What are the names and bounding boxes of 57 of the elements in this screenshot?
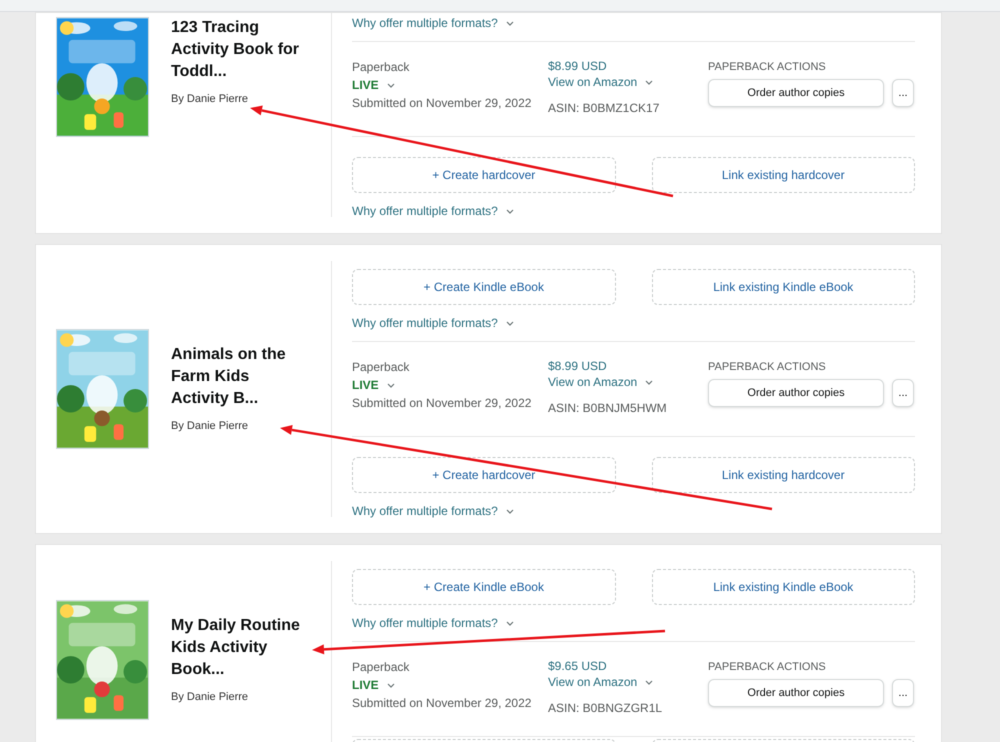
- why-formats-link[interactable]: Why offer multiple formats?: [352, 502, 514, 520]
- author-name: By Danie Pierre: [171, 690, 250, 705]
- chevron-down-icon: [506, 508, 514, 514]
- status-label[interactable]: LIVE: [352, 76, 379, 94]
- submitted-date: Submitted on November 29, 2022: [352, 395, 532, 412]
- actions-heading: PAPERBACK ACTIONS: [708, 660, 827, 675]
- format-button[interactable]: Link existing hardcover: [652, 157, 915, 193]
- submitted-date: Submitted on November 29, 2022: [352, 695, 532, 712]
- format-button[interactable]: Link existing hardcover: [652, 457, 915, 493]
- why-formats-link[interactable]: Why offer multiple formats?: [352, 614, 514, 632]
- format-button[interactable]: + Create hardcover: [352, 157, 616, 193]
- format-label: Paperback: [352, 659, 410, 676]
- actions-heading: PAPERBACK ACTIONS: [708, 360, 827, 375]
- book-title[interactable]: 123 Tracing Activity Book for Toddl...: [171, 17, 309, 83]
- format-button[interactable]: Link existing Kindle eBook: [652, 569, 915, 605]
- actions-heading: PAPERBACK ACTIONS: [708, 60, 827, 75]
- asin-label: ASIN: B0BNGZGR1L: [548, 700, 664, 716]
- why-formats-link[interactable]: Why offer multiple formats?: [352, 14, 514, 32]
- author-name: By Danie Pierre: [171, 92, 250, 107]
- author-name: By Danie Pierre: [171, 418, 250, 434]
- price-link[interactable]: $8.99 USD: [548, 58, 708, 74]
- format-label: Paperback: [352, 59, 410, 76]
- format-button[interactable]: + Create Kindle eBook: [352, 569, 616, 605]
- chevron-down-icon: [506, 20, 514, 26]
- format-button[interactable]: + Create hardcover: [352, 457, 616, 493]
- chevron-down-icon: [645, 380, 654, 384]
- chevron-down-icon: [645, 680, 654, 684]
- more-button[interactable]: ...: [892, 679, 914, 707]
- book-title[interactable]: Animals on the Farm Kids Activity B...: [171, 344, 309, 410]
- format-button[interactable]: Link existing Kindle eBook: [652, 269, 915, 305]
- chevron-down-icon: [386, 382, 395, 388]
- chevron-down-icon: [386, 82, 395, 88]
- view-on-amazon-link[interactable]: View on Amazon: [548, 74, 638, 90]
- price-link[interactable]: $9.65 USD: [548, 658, 708, 674]
- format-label: Paperback: [352, 359, 410, 376]
- chevron-down-icon: [386, 682, 395, 688]
- view-on-amazon-link[interactable]: View on Amazon: [548, 374, 638, 390]
- order-copies-button[interactable]: Order author copies: [708, 379, 884, 407]
- book-title[interactable]: My Daily Routine Kids Activity Book...: [171, 614, 309, 681]
- price-link[interactable]: $8.99 USD: [548, 358, 708, 374]
- chevron-down-icon: [506, 208, 514, 214]
- status-label[interactable]: LIVE: [352, 376, 379, 394]
- asin-label: ASIN: B0BNJM5HWM: [548, 400, 668, 416]
- chevron-down-icon: [506, 320, 514, 326]
- chevron-down-icon: [645, 80, 654, 84]
- chevron-down-icon: [506, 620, 514, 626]
- why-formats-link[interactable]: Why offer multiple formats?: [352, 314, 514, 332]
- asin-label: ASIN: B0BMZ1CK17: [548, 100, 660, 116]
- why-formats-link[interactable]: Why offer multiple formats?: [352, 202, 514, 220]
- order-copies-button[interactable]: Order author copies: [708, 79, 884, 107]
- more-button[interactable]: ...: [892, 79, 914, 107]
- view-on-amazon-link[interactable]: View on Amazon: [548, 674, 638, 690]
- more-button[interactable]: ...: [892, 379, 914, 407]
- order-copies-button[interactable]: Order author copies: [708, 679, 884, 707]
- format-button[interactable]: + Create Kindle eBook: [352, 269, 616, 305]
- status-label[interactable]: LIVE: [352, 676, 379, 694]
- submitted-date: Submitted on November 29, 2022: [352, 95, 532, 112]
